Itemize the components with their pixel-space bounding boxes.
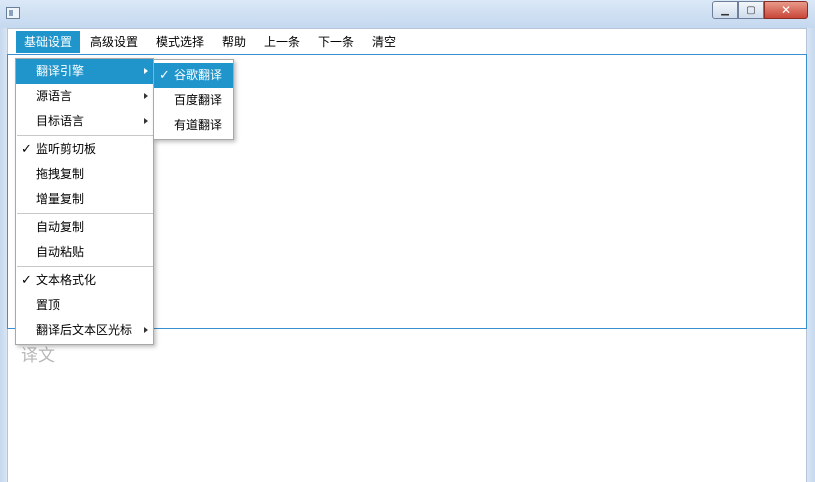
menu-item-label: 翻译后文本区光标 [36,323,133,337]
menu-previous[interactable]: 上一条 [256,31,308,53]
menu-item-label: 监听剪切板 [36,142,97,156]
window-frame-left [0,28,7,482]
menu-item-auto-copy[interactable]: 自动复制 [16,215,153,240]
menu-item-text-format[interactable]: ✓ 文本格式化 [16,268,153,293]
menu-item-always-on-top[interactable]: 置顶 [16,293,153,318]
menu-next[interactable]: 下一条 [310,31,362,53]
minimize-icon: ▁ [721,4,729,16]
basic-settings-menu: 翻译引擎 源语言 目标语言 ✓ 监听剪切板 拖拽复制 增量复制 自动复制 自动粘… [15,58,154,345]
menu-mode-select[interactable]: 模式选择 [148,31,212,53]
title-bar[interactable]: ▁ ▢ ✕ [0,0,815,28]
menu-separator [17,266,153,267]
app-icon[interactable] [6,7,20,19]
maximize-icon: ▢ [746,4,756,16]
close-button[interactable]: ✕ [764,1,808,19]
menu-separator [17,135,153,136]
chevron-right-icon [144,327,148,333]
chevron-right-icon [144,118,148,124]
translation-engine-submenu: ✓ 谷歌翻译 百度翻译 有道翻译 [153,59,234,140]
minimize-button[interactable]: ▁ [712,1,738,19]
window-frame-right [807,28,815,482]
close-icon: ✕ [780,3,792,17]
window-controls: ▁ ▢ ✕ [712,1,808,19]
menu-item-target-language[interactable]: 目标语言 [16,109,153,134]
menu-item-auto-paste[interactable]: 自动粘贴 [16,240,153,265]
menu-help[interactable]: 帮助 [214,31,254,53]
menu-item-monitor-clipboard[interactable]: ✓ 监听剪切板 [16,137,153,162]
menu-separator [17,213,153,214]
menu-item-label: 置顶 [36,298,61,312]
check-icon: ✓ [21,142,32,157]
menu-item-incremental-copy[interactable]: 增量复制 [16,187,153,212]
menu-item-google-translate[interactable]: ✓ 谷歌翻译 [154,63,233,88]
menu-item-translation-engine[interactable]: 翻译引擎 [16,59,153,84]
menu-item-drag-copy[interactable]: 拖拽复制 [16,162,153,187]
menu-bar: 基础设置 高级设置 模式选择 帮助 上一条 下一条 清空 [7,28,807,54]
check-icon: ✓ [21,273,32,288]
menu-basic-settings[interactable]: 基础设置 [16,31,81,53]
menu-item-label: 增量复制 [36,192,85,206]
menu-item-label: 翻译引擎 [36,64,85,78]
check-icon: ✓ [159,68,170,83]
menu-item-label: 源语言 [36,89,73,103]
menu-item-source-language[interactable]: 源语言 [16,84,153,109]
menu-item-label: 谷歌翻译 [174,68,223,82]
menu-item-label: 目标语言 [36,114,85,128]
menu-item-baidu-translate[interactable]: 百度翻译 [154,88,233,113]
menu-item-label: 百度翻译 [174,93,223,107]
menu-item-cursor-after-translate[interactable]: 翻译后文本区光标 [16,318,153,343]
chevron-right-icon [144,93,148,99]
menu-item-label: 自动粘贴 [36,245,85,259]
menu-item-label: 拖拽复制 [36,167,85,181]
menu-item-label: 自动复制 [36,220,85,234]
menu-item-label: 有道翻译 [174,118,223,132]
menu-advanced-settings[interactable]: 高级设置 [82,31,146,53]
chevron-right-icon [144,68,148,74]
menu-item-youdao-translate[interactable]: 有道翻译 [154,113,233,138]
maximize-button[interactable]: ▢ [738,1,764,19]
menu-item-label: 文本格式化 [36,273,97,287]
translation-text-area[interactable]: 译文 [7,329,807,482]
menu-clear[interactable]: 清空 [364,31,404,53]
